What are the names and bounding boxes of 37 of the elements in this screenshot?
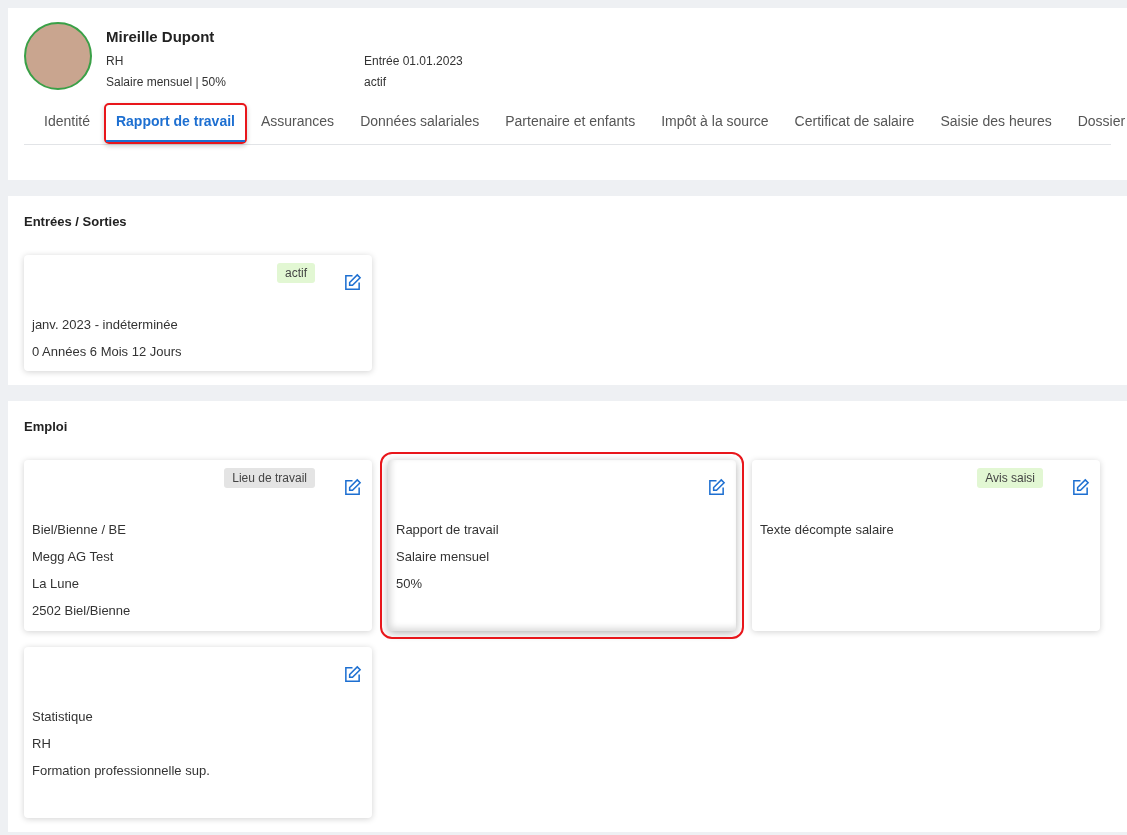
profile-detail: Entrée 01.01.2023 bbox=[364, 53, 464, 70]
card-text: RH bbox=[32, 735, 52, 753]
card-text: janv. 2023 - indéterminée bbox=[32, 316, 179, 334]
tab[interactable]: Rapport de travail bbox=[105, 105, 245, 142]
card-text: Rapport de travail bbox=[396, 521, 500, 539]
tab[interactable]: Impôt à la source bbox=[651, 105, 779, 142]
card-text: 2502 Biel/Bienne bbox=[32, 602, 132, 620]
status-tag: Avis saisi bbox=[977, 468, 1043, 488]
tab[interactable]: Dossier bbox=[1067, 105, 1127, 142]
tab[interactable]: Assurances bbox=[250, 105, 345, 142]
profile-detail: Salaire mensuel | 50% bbox=[106, 74, 227, 91]
card-text: Salaire mensuel bbox=[396, 548, 491, 566]
card-text: Texte décompte salaire bbox=[760, 521, 895, 539]
tab[interactable]: Identité bbox=[34, 105, 100, 142]
section-title: Emploi bbox=[24, 419, 69, 434]
employee-name: Mireille Dupont bbox=[106, 28, 216, 45]
status-tag: actif bbox=[277, 263, 315, 283]
edit-icon[interactable] bbox=[707, 478, 726, 497]
card-text: La Lune bbox=[32, 575, 80, 593]
card-text: Statistique bbox=[32, 708, 94, 726]
tab[interactable]: Données salariales bbox=[350, 105, 490, 142]
profile-detail: actif bbox=[364, 74, 387, 91]
card-text: 0 Années 6 Mois 12 Jours bbox=[32, 343, 183, 361]
edit-icon[interactable] bbox=[1071, 478, 1090, 497]
tab[interactable]: Partenaire et enfants bbox=[495, 105, 646, 142]
tab[interactable]: Saisie des heures bbox=[930, 105, 1062, 142]
card-text: 50% bbox=[396, 575, 424, 593]
edit-icon[interactable] bbox=[343, 665, 362, 684]
edit-icon[interactable] bbox=[343, 478, 362, 497]
card-text: Megg AG Test bbox=[32, 548, 115, 566]
card-text: Biel/Bienne / BE bbox=[32, 521, 127, 539]
card-text: Formation professionnelle sup. bbox=[32, 762, 211, 780]
edit-icon[interactable] bbox=[343, 273, 362, 292]
profile-detail: RH bbox=[106, 53, 125, 70]
section-title: Entrées / Sorties bbox=[24, 214, 128, 229]
status-tag: Lieu de travail bbox=[224, 468, 315, 488]
tab[interactable]: Certificat de salaire bbox=[784, 105, 925, 142]
